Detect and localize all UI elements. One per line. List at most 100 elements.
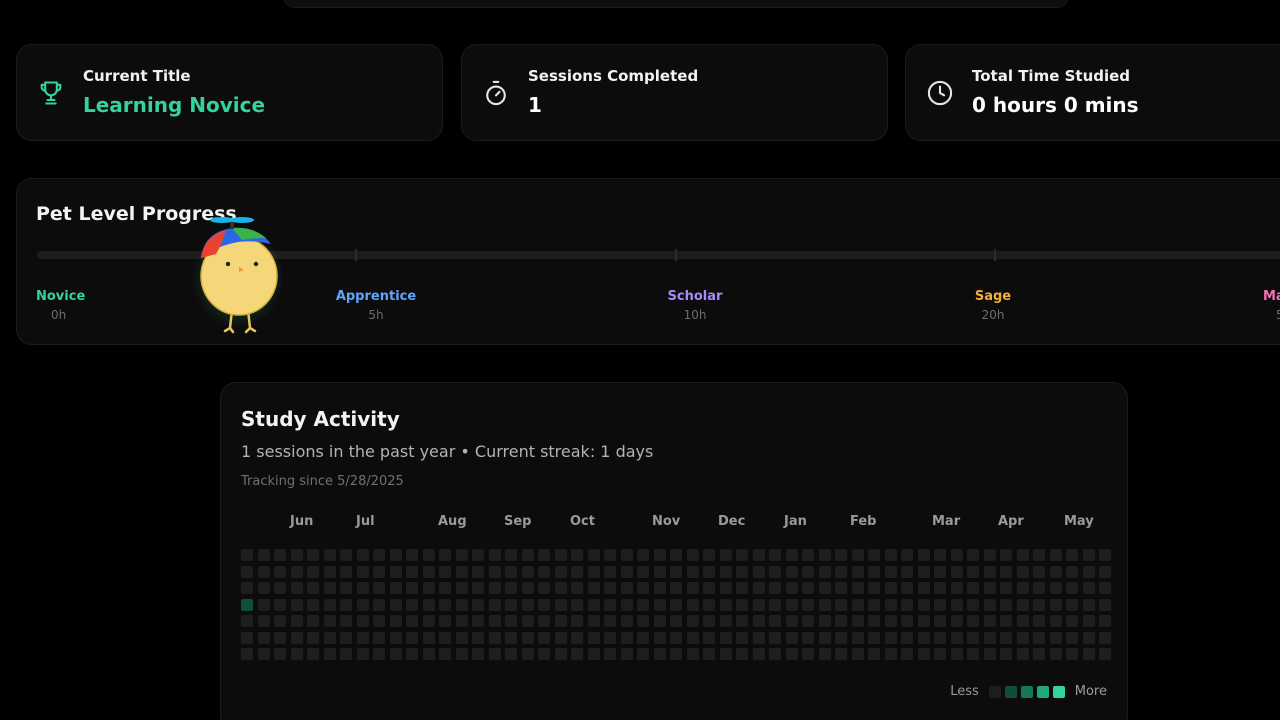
activity-day-cell[interactable] [868,631,880,644]
activity-day-cell[interactable] [472,615,484,627]
activity-day-cell[interactable] [389,631,402,644]
activity-day-cell[interactable] [323,582,336,594]
activity-day-cell[interactable] [241,648,253,660]
activity-day-cell[interactable] [356,565,369,578]
activity-day-cell[interactable] [422,582,435,594]
activity-day-cell[interactable] [802,565,814,578]
activity-day-cell[interactable] [439,565,451,578]
activity-day-cell[interactable] [1033,582,1045,594]
activity-day-cell[interactable] [554,549,567,561]
activity-day-cell[interactable] [950,631,963,644]
activity-day-cell[interactable] [670,631,682,644]
activity-day-cell[interactable] [455,598,468,611]
activity-day-cell[interactable] [307,648,319,660]
activity-day-cell[interactable] [620,549,633,561]
activity-day-cell[interactable] [604,549,616,561]
activity-day-cell[interactable] [620,565,633,578]
activity-day-cell[interactable] [422,615,435,627]
activity-day-cell[interactable] [1066,648,1078,660]
activity-day-cell[interactable] [917,615,930,627]
activity-day-cell[interactable] [835,582,847,594]
activity-day-cell[interactable] [274,631,286,644]
activity-day-cell[interactable] [554,615,567,627]
activity-day-cell[interactable] [356,648,369,660]
activity-day-cell[interactable] [1000,615,1012,627]
activity-day-cell[interactable] [587,582,600,594]
activity-day-cell[interactable] [868,565,880,578]
activity-day-cell[interactable] [587,549,600,561]
activity-day-cell[interactable] [571,582,583,594]
activity-day-cell[interactable] [670,648,682,660]
activity-day-cell[interactable] [604,598,616,611]
activity-day-cell[interactable] [472,598,484,611]
activity-day-cell[interactable] [703,615,715,627]
activity-day-cell[interactable] [686,631,699,644]
activity-day-cell[interactable] [538,598,550,611]
activity-day-cell[interactable] [373,565,385,578]
activity-day-cell[interactable] [719,631,732,644]
activity-day-cell[interactable] [323,615,336,627]
activity-day-cell[interactable] [356,549,369,561]
activity-day-cell[interactable] [257,598,270,611]
activity-day-cell[interactable] [505,648,517,660]
activity-day-cell[interactable] [917,582,930,594]
activity-day-cell[interactable] [538,631,550,644]
activity-day-cell[interactable] [670,549,682,561]
activity-day-cell[interactable] [1000,648,1012,660]
activity-day-cell[interactable] [785,598,798,611]
activity-day-cell[interactable] [521,615,534,627]
activity-day-cell[interactable] [653,648,666,660]
activity-day-cell[interactable] [323,631,336,644]
activity-day-cell[interactable] [653,565,666,578]
activity-day-cell[interactable] [406,631,418,644]
activity-day-cell[interactable] [488,582,501,594]
activity-day-cell[interactable] [719,598,732,611]
activity-day-cell[interactable] [356,631,369,644]
activity-day-cell[interactable] [1066,598,1078,611]
activity-day-cell[interactable] [868,549,880,561]
activity-day-cell[interactable] [637,582,649,594]
activity-day-cell[interactable] [884,615,897,627]
activity-day-cell[interactable] [769,648,781,660]
activity-day-cell[interactable] [703,565,715,578]
activity-day-cell[interactable] [373,631,385,644]
activity-day-cell[interactable] [521,631,534,644]
activity-day-cell[interactable] [1082,582,1095,594]
activity-day-cell[interactable] [670,582,682,594]
activity-day-cell[interactable] [818,582,831,594]
activity-day-cell[interactable] [1082,565,1095,578]
activity-day-cell[interactable] [851,631,864,644]
activity-day-cell[interactable] [538,549,550,561]
activity-day-cell[interactable] [950,615,963,627]
activity-day-cell[interactable] [769,549,781,561]
activity-day-cell[interactable] [818,648,831,660]
activity-day-cell[interactable] [455,549,468,561]
activity-day-cell[interactable] [719,615,732,627]
activity-day-cell[interactable] [851,648,864,660]
activity-day-cell[interactable] [274,565,286,578]
activity-day-cell[interactable] [637,631,649,644]
activity-day-cell[interactable] [389,648,402,660]
activity-day-cell[interactable] [587,598,600,611]
activity-day-cell[interactable] [686,549,699,561]
activity-day-cell[interactable] [604,615,616,627]
activity-day-cell[interactable] [653,615,666,627]
activity-day-cell[interactable] [472,648,484,660]
activity-day-cell[interactable] [719,549,732,561]
activity-day-cell[interactable] [703,631,715,644]
activity-day-cell[interactable] [340,631,352,644]
activity-day-cell[interactable] [983,648,996,660]
activity-day-cell[interactable] [934,631,946,644]
activity-day-cell[interactable] [1000,631,1012,644]
activity-day-cell[interactable] [967,615,979,627]
activity-day-cell[interactable] [290,648,303,660]
activity-day-cell[interactable] [967,565,979,578]
activity-day-cell[interactable] [1033,598,1045,611]
activity-day-cell[interactable] [521,549,534,561]
activity-day-cell[interactable] [983,565,996,578]
activity-day-cell[interactable] [736,631,748,644]
activity-day-cell[interactable] [769,582,781,594]
activity-day-cell[interactable] [1033,648,1045,660]
activity-day-cell[interactable] [620,582,633,594]
activity-day-cell[interactable] [538,615,550,627]
